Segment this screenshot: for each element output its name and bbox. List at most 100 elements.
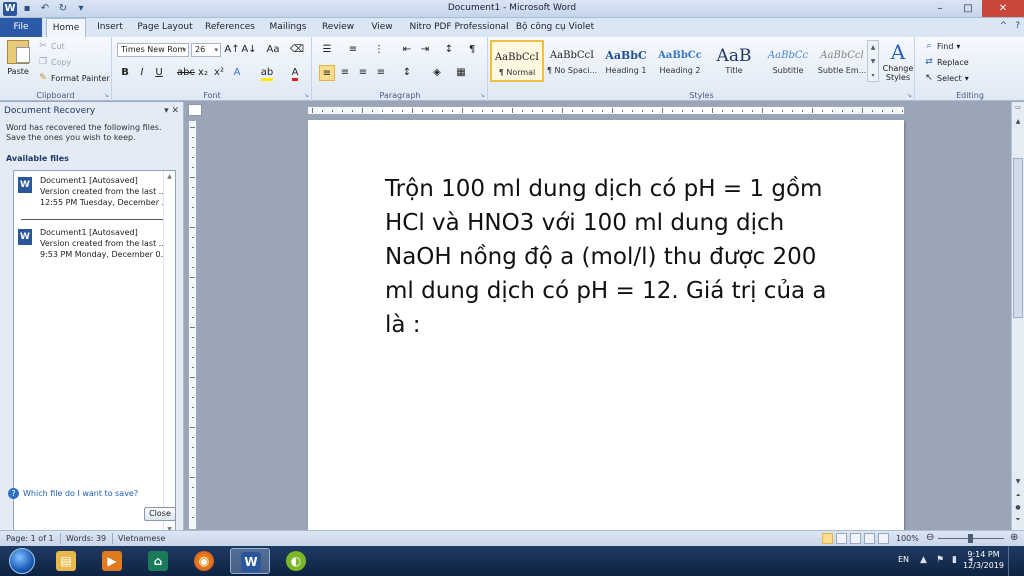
italic-icon[interactable]: I — [134, 65, 150, 81]
styles-gallery-scroll[interactable]: ▲ ▼ ▾ — [867, 40, 879, 82]
font-color-icon[interactable]: A — [287, 65, 303, 81]
copy-button[interactable]: ❐ Copy — [38, 57, 71, 67]
select-button[interactable]: ↖ Select ▾ — [924, 73, 968, 83]
font-dialog-launcher-icon[interactable]: ↘ — [304, 92, 309, 99]
action-center-icon[interactable]: ⚑ — [936, 555, 944, 565]
network-icon[interactable]: ▮ — [952, 555, 957, 565]
highlight-icon[interactable]: ab — [259, 65, 275, 81]
justify-icon[interactable]: ≡ — [373, 65, 389, 81]
language-indicator[interactable]: Vietnamese — [118, 534, 165, 543]
show-hidden-icons-icon[interactable]: ▲ — [920, 555, 927, 565]
scroll-thumb[interactable] — [1013, 158, 1023, 318]
taskbar-explorer[interactable]: ▤ — [46, 548, 86, 574]
style-normal[interactable]: AaBbCcI ¶ Normal — [490, 40, 544, 82]
zoom-in-icon[interactable]: ⊕ — [1010, 532, 1018, 543]
tab-view[interactable]: View — [366, 18, 398, 37]
page-count[interactable]: Page: 1 of 1 — [6, 534, 54, 543]
tab-violet[interactable]: Bộ công cụ Violet — [514, 18, 596, 37]
recovered-file[interactable]: W Document1 [Autosaved] Version created … — [18, 175, 164, 220]
scroll-up-icon[interactable]: ▲ — [1013, 118, 1023, 128]
vertical-ruler[interactable] — [188, 120, 197, 530]
taskbar-media-player[interactable]: ▶ — [92, 548, 132, 574]
superscript-icon[interactable]: x² — [211, 65, 227, 81]
start-button[interactable] — [4, 547, 40, 575]
taskbar-app-lime[interactable]: ◐ — [276, 548, 316, 574]
document-page[interactable]: Trộn 100 ml dung dịch có pH = 1 gồm HCl … — [308, 120, 904, 530]
minimize-icon[interactable]: – — [926, 0, 954, 17]
align-center-icon[interactable]: ≡ — [337, 65, 353, 81]
taskbar-word[interactable]: W — [230, 548, 270, 574]
cut-button[interactable]: ✂ Cut — [38, 41, 65, 51]
grow-font-icon[interactable]: A↑ — [224, 42, 240, 58]
horizontal-ruler[interactable] — [307, 106, 905, 115]
style-title[interactable]: AaB Title — [707, 40, 761, 82]
clock[interactable]: 9:14 PM 12/3/2019 — [963, 549, 1004, 571]
web-layout-icon[interactable] — [850, 533, 861, 544]
sort-icon[interactable]: ↕ — [441, 42, 457, 58]
format-painter-button[interactable]: ✎ Format Painter — [38, 73, 110, 83]
font-name-select[interactable]: Times New Rom — [117, 43, 189, 57]
taskbar-app-green[interactable]: ⌂ — [138, 548, 178, 574]
scroll-up-icon[interactable]: ▲ — [164, 173, 175, 180]
tab-references[interactable]: References — [202, 18, 258, 37]
shrink-font-icon[interactable]: A↓ — [241, 42, 257, 58]
tab-nitro-pdf[interactable]: Nitro PDF Professional — [404, 18, 514, 37]
borders-icon[interactable]: ▦ — [453, 65, 469, 81]
zoom-out-icon[interactable]: ⊖ — [926, 532, 934, 543]
browse-object-icon[interactable]: ● — [1013, 504, 1023, 514]
shading-icon[interactable]: ◈ — [429, 65, 445, 81]
style-subtitle[interactable]: AaBbCc Subtitle — [761, 40, 815, 82]
zoom-level[interactable]: 100% — [896, 534, 919, 543]
multilevel-list-icon[interactable]: ⋮ — [371, 42, 387, 58]
find-button[interactable]: ⌕ Find ▾ — [924, 41, 960, 51]
tab-mailings[interactable]: Mailings — [266, 18, 310, 37]
prev-page-icon[interactable]: ⏶ — [1013, 492, 1023, 502]
style-no-spacing[interactable]: AaBbCcI ¶ No Spaci... — [545, 40, 599, 82]
zoom-slider-thumb[interactable] — [968, 534, 973, 543]
next-page-icon[interactable]: ⏷ — [1013, 516, 1023, 526]
subscript-icon[interactable]: x₂ — [195, 65, 211, 81]
tab-review[interactable]: Review — [318, 18, 358, 37]
clear-formatting-icon[interactable]: ⌫ — [289, 42, 305, 58]
style-heading-2[interactable]: AaBbCc Heading 2 — [653, 40, 707, 82]
print-layout-view-icon[interactable] — [822, 533, 833, 544]
tab-insert[interactable]: Insert — [90, 18, 130, 37]
document-body-text[interactable]: Trộn 100 ml dung dịch có pH = 1 gồm HCl … — [385, 172, 845, 342]
outline-view-icon[interactable] — [864, 533, 875, 544]
recovered-file[interactable]: W Document1 [Autosaved] Version created … — [18, 227, 164, 267]
paste-button[interactable]: Paste — [4, 40, 32, 84]
minimize-ribbon-icon[interactable]: ^ — [1000, 21, 1008, 31]
word-count[interactable]: Words: 39 — [66, 534, 106, 543]
change-styles-button[interactable]: A Change Styles — [882, 40, 914, 82]
file-list-scrollbar[interactable]: ▲ ▼ — [163, 171, 175, 535]
line-spacing-icon[interactable]: ↕ — [399, 65, 415, 81]
draft-view-icon[interactable] — [878, 533, 889, 544]
show-desktop-button[interactable] — [1008, 546, 1018, 576]
increase-indent-icon[interactable]: ⇥ — [417, 42, 433, 58]
align-right-icon[interactable]: ≡ — [355, 65, 371, 81]
styles-dialog-launcher-icon[interactable]: ↘ — [907, 92, 912, 99]
vertical-scrollbar[interactable]: ▭ ▲ ▼ ⏶ ● ⏷ — [1011, 102, 1024, 530]
dialog-launcher-icon[interactable]: ↘ — [104, 92, 109, 99]
maximize-icon[interactable]: □ — [954, 0, 982, 17]
change-case-icon[interactable]: Aa — [265, 42, 281, 58]
close-pane-icon[interactable]: ▾ ✕ — [164, 106, 179, 116]
font-size-select[interactable]: 26 — [191, 43, 221, 57]
style-heading-1[interactable]: AaBbC Heading 1 — [599, 40, 653, 82]
input-language[interactable]: EN — [898, 555, 909, 564]
strikethrough-icon[interactable]: abc — [177, 65, 195, 81]
replace-button[interactable]: ⇄ Replace — [924, 57, 968, 67]
underline-icon[interactable]: U — [151, 65, 167, 81]
which-file-help-link[interactable]: ? Which file do I want to save? — [8, 488, 138, 499]
taskbar-firefox[interactable]: ◉ — [184, 548, 224, 574]
recovery-close-button[interactable]: Close — [144, 507, 176, 521]
align-left-icon[interactable]: ≡ — [319, 65, 335, 81]
text-effects-icon[interactable]: A — [229, 65, 245, 81]
full-screen-reading-icon[interactable] — [836, 533, 847, 544]
tab-home[interactable]: Home — [46, 18, 86, 37]
numbering-icon[interactable]: ≡ — [345, 42, 361, 58]
ruler-toggle-icon[interactable]: ▭ — [1013, 104, 1023, 114]
decrease-indent-icon[interactable]: ⇤ — [399, 42, 415, 58]
tab-selector[interactable] — [188, 104, 202, 116]
paragraph-dialog-launcher-icon[interactable]: ↘ — [480, 92, 485, 99]
